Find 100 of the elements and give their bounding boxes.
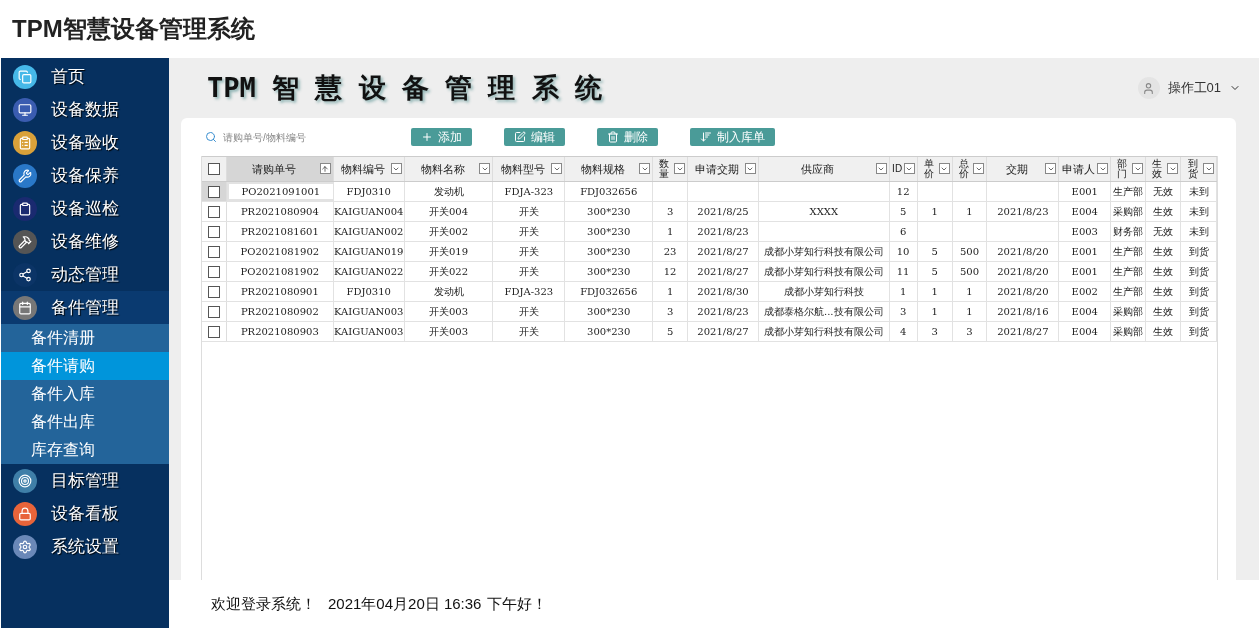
table-cell: 3 bbox=[889, 302, 918, 321]
checkbox[interactable] bbox=[207, 285, 220, 298]
user-menu[interactable]: 操作工01 bbox=[1137, 77, 1241, 99]
sidebar-subitem[interactable]: 备件出库 bbox=[1, 408, 169, 436]
checkbox[interactable] bbox=[207, 265, 220, 278]
sidebar-item[interactable]: 动态管理 bbox=[1, 258, 169, 291]
table-cell: FDJ032656 bbox=[565, 282, 654, 301]
sidebar-item[interactable]: 首页 bbox=[1, 60, 169, 93]
filter-dropdown-icon[interactable] bbox=[938, 163, 950, 174]
table-cell: 2021/8/23 bbox=[688, 302, 759, 321]
sidebar-subitem[interactable]: 库存查询 bbox=[1, 436, 169, 464]
table-cell: 300*230 bbox=[565, 222, 654, 241]
table-cell: 开关019 bbox=[404, 242, 494, 261]
sidebar-item[interactable]: 设备数据 bbox=[1, 93, 169, 126]
table-cell: 11 bbox=[889, 262, 918, 281]
checkbox[interactable] bbox=[207, 225, 220, 238]
sidebar-item[interactable]: 备件管理 bbox=[1, 291, 169, 324]
table-cell: 10 bbox=[889, 242, 918, 261]
table-cell: 无效 bbox=[1146, 222, 1182, 241]
checkbox[interactable] bbox=[207, 245, 220, 258]
table-cell: 3 bbox=[653, 202, 689, 221]
sidebar-item[interactable]: 设备看板 bbox=[1, 497, 169, 530]
table-cell: 300*230 bbox=[565, 202, 654, 221]
column-header[interactable]: 生效 bbox=[1146, 157, 1182, 181]
sidebar-item[interactable]: 系统设置 bbox=[1, 530, 169, 563]
table-cell: 生效 bbox=[1146, 262, 1182, 281]
search-field[interactable]: 请购单号/物料编号 bbox=[223, 129, 393, 145]
filter-dropdown-icon[interactable] bbox=[875, 163, 887, 174]
search-icon bbox=[205, 131, 217, 143]
filter-dropdown-icon[interactable] bbox=[479, 163, 491, 174]
table-cell: 开关022 bbox=[404, 262, 494, 281]
wrench-icon bbox=[13, 163, 37, 188]
table-cell: 生效 bbox=[1146, 202, 1182, 221]
filter-dropdown-icon[interactable] bbox=[1132, 163, 1144, 174]
table-cell: 生产部 bbox=[1111, 282, 1147, 301]
table-cell: 2021/8/27 bbox=[688, 322, 759, 341]
table-cell: 6 bbox=[889, 222, 918, 241]
sidebar-item[interactable]: 设备验收 bbox=[1, 126, 169, 159]
table-cell: 5 bbox=[889, 202, 918, 221]
trash-icon bbox=[607, 131, 619, 143]
filter-dropdown-icon[interactable] bbox=[674, 163, 686, 174]
column-header[interactable]: 总价 bbox=[952, 157, 988, 181]
checkbox[interactable] bbox=[207, 185, 220, 198]
column-header[interactable]: 申请人 bbox=[1059, 157, 1112, 181]
column-header[interactable]: ID bbox=[889, 157, 918, 181]
filter-dropdown-icon[interactable] bbox=[973, 163, 985, 174]
filter-dropdown-icon[interactable] bbox=[1167, 163, 1179, 174]
header-title: TPM 智 慧 设 备 管 理 系 统 bbox=[207, 70, 602, 105]
filter-dropdown-icon[interactable] bbox=[903, 163, 915, 174]
table-cell: PR2021080904 bbox=[226, 202, 334, 221]
table-cell: FDJ032656 bbox=[565, 182, 654, 201]
table-cell: 生产部 bbox=[1111, 262, 1147, 281]
column-header[interactable]: 交期 bbox=[987, 157, 1060, 181]
table-cell: KAIGUAN002 bbox=[333, 222, 405, 241]
filter-dropdown-icon[interactable] bbox=[1045, 163, 1057, 174]
column-header[interactable]: 单价 bbox=[917, 157, 953, 181]
column-header[interactable]: 到货 bbox=[1181, 157, 1218, 181]
checkbox[interactable] bbox=[207, 325, 220, 338]
column-header[interactable]: 部门 bbox=[1111, 157, 1147, 181]
table-cell: 生效 bbox=[1146, 242, 1182, 261]
table-cell: 未到 bbox=[1181, 222, 1218, 241]
table-cell: 无效 bbox=[1146, 182, 1182, 201]
user-icon bbox=[1137, 77, 1160, 99]
table-cell: 开关 bbox=[493, 242, 566, 261]
column-header[interactable]: 物料名称 bbox=[404, 157, 494, 181]
filter-dropdown-icon[interactable] bbox=[390, 163, 402, 174]
sidebar-subitem[interactable]: 备件入库 bbox=[1, 380, 169, 408]
sort-icon[interactable] bbox=[319, 163, 331, 174]
column-header[interactable]: 物料编号 bbox=[333, 157, 405, 181]
filter-dropdown-icon[interactable] bbox=[744, 163, 756, 174]
sidebar-subitem[interactable]: 备件清册 bbox=[1, 324, 169, 352]
table-cell: E004 bbox=[1059, 322, 1112, 341]
column-header[interactable]: 申请交期 bbox=[688, 157, 759, 181]
column-header[interactable]: 供应商 bbox=[758, 157, 890, 181]
checkbox[interactable] bbox=[207, 305, 220, 318]
column-header[interactable]: 物料规格 bbox=[565, 157, 654, 181]
table-cell: 未到 bbox=[1181, 182, 1218, 201]
table-cell: 发动机 bbox=[404, 182, 494, 201]
tools-icon bbox=[13, 229, 37, 254]
filter-dropdown-icon[interactable] bbox=[1097, 163, 1109, 174]
checkbox[interactable] bbox=[207, 205, 220, 218]
column-header[interactable]: 数量 bbox=[653, 157, 689, 181]
checkbox[interactable] bbox=[207, 163, 220, 175]
sidebar-item[interactable]: 设备维修 bbox=[1, 225, 169, 258]
sidebar-item[interactable]: 设备保养 bbox=[1, 159, 169, 192]
table-cell: PO2021091001 bbox=[226, 182, 334, 201]
column-header[interactable]: 物料型号 bbox=[493, 157, 566, 181]
sidebar-item[interactable]: 设备巡检 bbox=[1, 192, 169, 225]
filter-dropdown-icon[interactable] bbox=[639, 163, 651, 174]
filter-dropdown-icon[interactable] bbox=[551, 163, 563, 174]
table-cell: 12 bbox=[889, 182, 918, 201]
sidebar-item[interactable]: 目标管理 bbox=[1, 464, 169, 497]
row-header-cell[interactable] bbox=[202, 182, 227, 201]
filter-dropdown-icon[interactable] bbox=[1203, 163, 1215, 174]
table-cell: 5 bbox=[653, 322, 689, 341]
datetime-text: 2021年04月20日 16:36 bbox=[328, 593, 482, 614]
table-cell: 1 bbox=[653, 282, 689, 301]
table-cell: 2021/8/27 bbox=[688, 242, 759, 261]
table-cell: E002 bbox=[1059, 282, 1112, 301]
column-header[interactable]: 请购单号 bbox=[226, 157, 334, 181]
